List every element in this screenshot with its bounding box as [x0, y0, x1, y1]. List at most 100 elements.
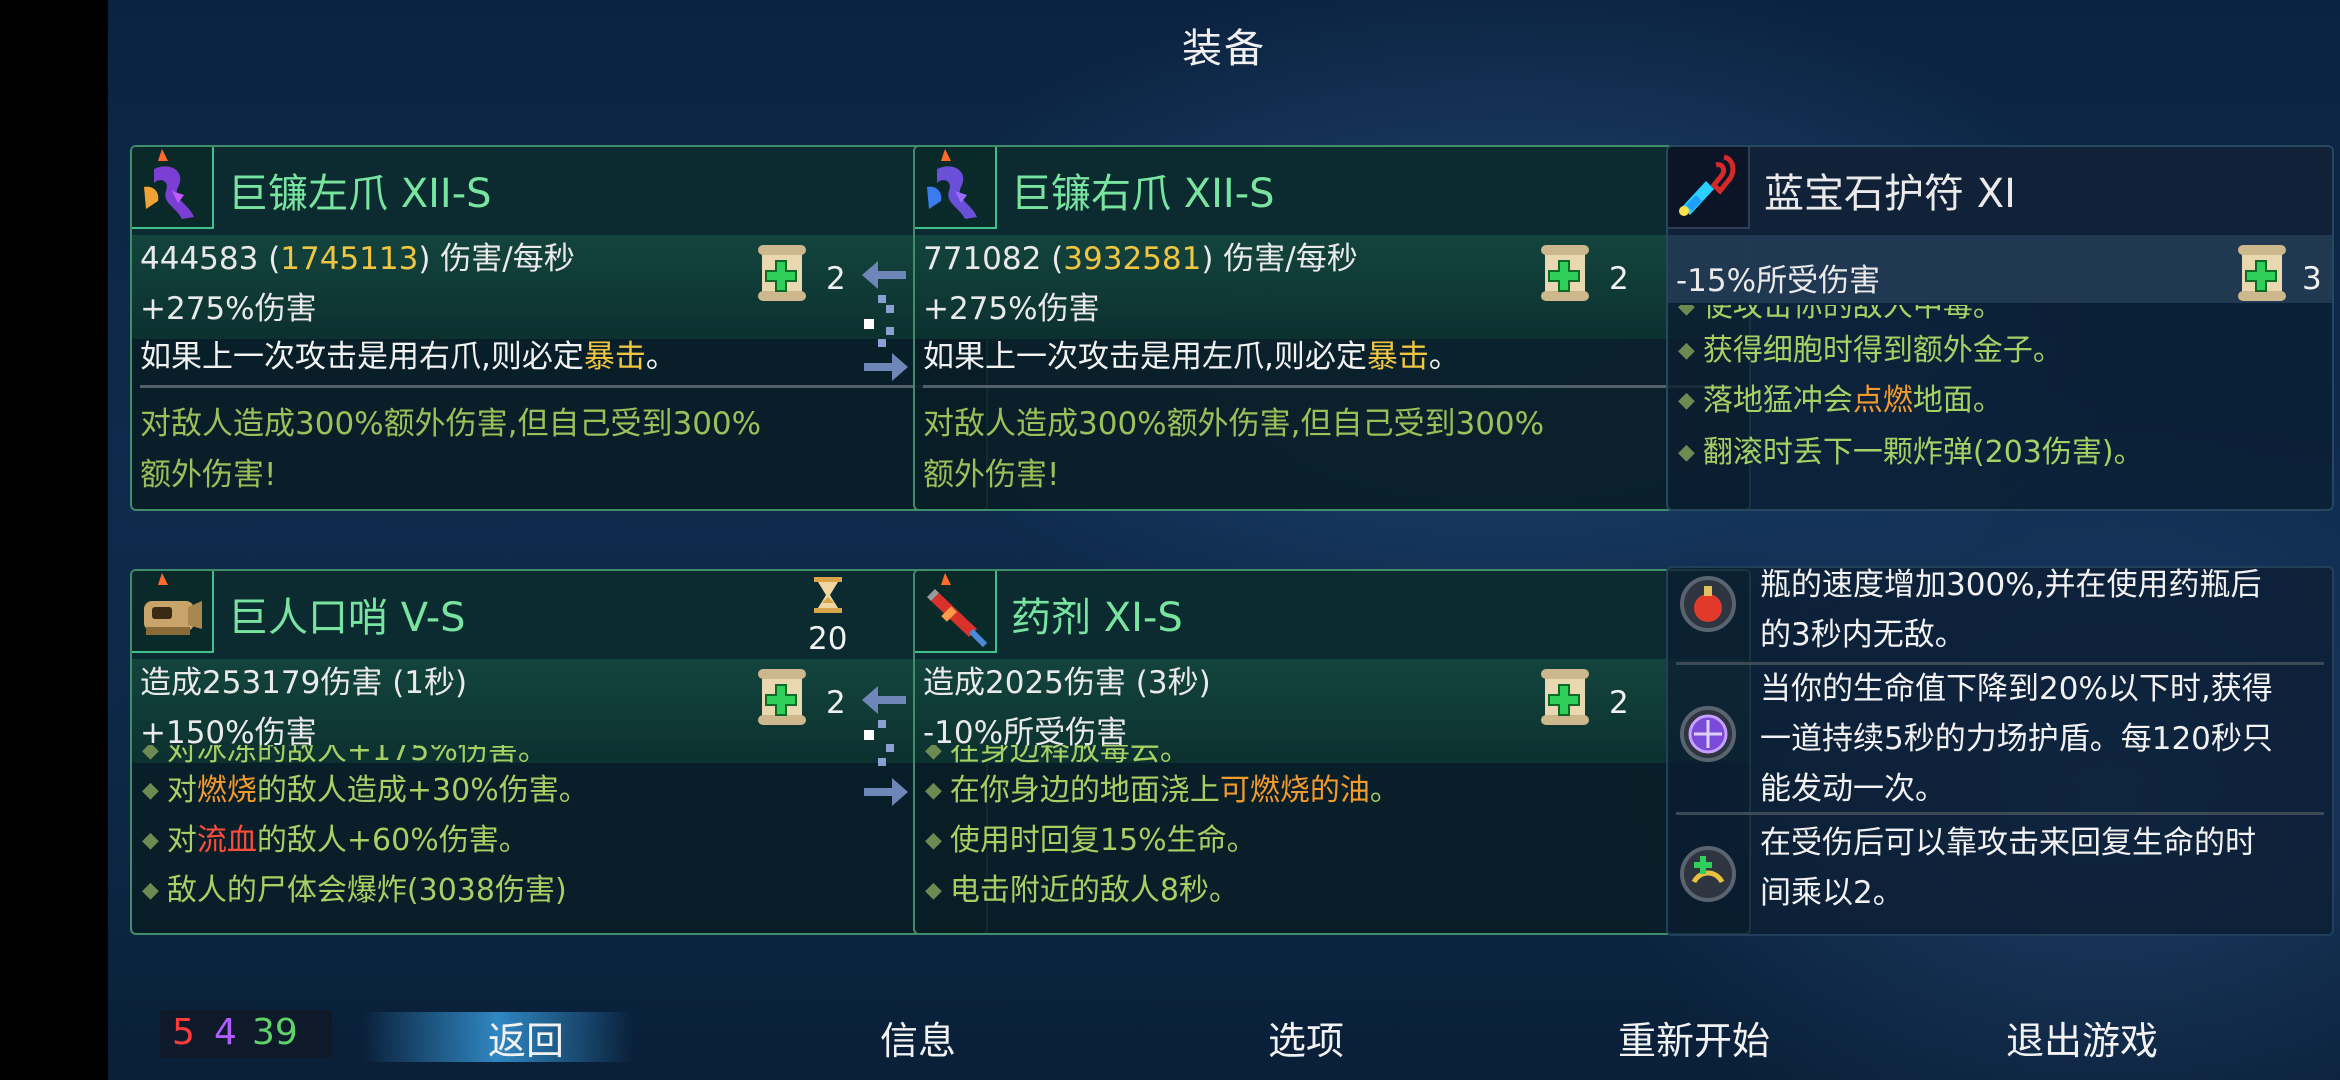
affix-text: 对 [166, 773, 197, 808]
scroll-count: 2 [826, 685, 846, 721]
affix-line: ◆ 落地猛冲会点燃地面。 [1678, 383, 2003, 418]
divider [140, 385, 978, 388]
affix-line: ◆ 对流血的敌人+60%伤害。 [142, 823, 529, 858]
giant-whistle-icon [132, 571, 214, 653]
damage-bonus: +275%伤害 [140, 291, 317, 327]
swap-arrows-icon[interactable] [860, 680, 910, 810]
right-claw-icon [915, 147, 997, 229]
item-name: 巨人口哨 V-S [228, 595, 466, 641]
skill-affix-list[interactable]: ◆ 对冰冻的敌人+175%伤害。 ◆ 对燃烧的敌人造成+30%伤害。 ◆ 对流血的敌人… [132, 745, 986, 929]
affix-text: 对敌人造成300%额外伤害,但自己受到300% 额外伤害! [140, 399, 974, 501]
affix-text: 落地猛冲会 [1702, 383, 1853, 418]
options-button[interactable]: 选项 [1268, 1010, 1344, 1065]
mutation-line: 的3秒内无敌。 [1760, 617, 1966, 653]
restart-button[interactable]: 重新开始 [1618, 1010, 1770, 1065]
amulet-card[interactable]: 蓝宝石护符 XI -15%所受伤害 3 ◆ 使攻击你的敌人中毒。 ◆ 获得细胞时得到… [1666, 145, 2334, 511]
mutation-item[interactable]: 在受伤后可以靠攻击来回复生命的时 间乘以2。 [1676, 818, 2324, 928]
dps-stat: 444583 (1745113) 伤害/每秒 [140, 233, 575, 278]
damage-reduction: -15%所受伤害 [1676, 263, 1881, 299]
affix-text: 使攻击你的敌人中毒。 [1702, 305, 2003, 324]
brutality-count: 5 [172, 1012, 195, 1053]
mutation-line: 能发动一次。 [1760, 771, 1946, 807]
scroll-count: 2 [1609, 685, 1629, 721]
scroll-count: 2 [826, 261, 846, 297]
oil-keyword: 可燃烧的油 [1219, 773, 1370, 808]
dps-stat: 771082 (3932581) 伤害/每秒 [923, 233, 1358, 278]
mutation-line: 当你的生命值下降到20%以下时,获得 [1760, 671, 2273, 707]
cooldown-hourglass-icon [814, 577, 842, 613]
mutation-text: 当你的生命值下降到20%以下时,获得 一道持续5秒的力场护盾。每120秒只 能发动一… [1760, 664, 2273, 814]
ignite-keyword: 点燃 [1852, 383, 1913, 418]
desc-end: 。 [1428, 339, 1460, 375]
mutation-recovery-icon [1680, 846, 1736, 902]
desc-end: 。 [645, 339, 677, 375]
affix-text: 获得细胞时得到额外金子。 [1702, 333, 2063, 368]
crit-keyword: 暴击 [583, 339, 646, 375]
affix-line: ◆ 敌人的尸体会爆炸(3038伤害) [142, 873, 567, 908]
divider [923, 385, 1741, 388]
affix-text: 使用时回复15%生命。 [949, 823, 1257, 858]
affix-line-2: 额外伤害! [140, 457, 277, 493]
tactics-count: 4 [214, 1012, 237, 1053]
desc-text: 如果上一次攻击是用左爪,则必定 [923, 339, 1367, 375]
crit-keyword: 暴击 [1366, 339, 1429, 375]
power-scroll-icon [758, 245, 806, 301]
affix-text: 地面。 [1912, 383, 2003, 418]
skill-damage-stat: 造成2025伤害 (3秒) [923, 665, 1211, 701]
left-claw-icon [132, 147, 214, 229]
page-title: 装备 [1182, 26, 1266, 72]
dps-crit: 3932581 [1063, 241, 1202, 277]
mutation-list[interactable]: 瓶的速度增加300%,并在使用药瓶后 的3秒内无敌。 当你的生命值下降到20%以下… [1668, 568, 2332, 934]
power-scroll-icon [2238, 245, 2286, 301]
mutation-potion-icon [1680, 576, 1736, 632]
item-name: 巨镰右爪 XII-S [1011, 171, 1275, 217]
item-description: 如果上一次攻击是用右爪,则必定暴击。 [140, 331, 677, 376]
damage-bonus: +275%伤害 [923, 291, 1100, 327]
skill-affix-list[interactable]: ◆ 在身边释放毒云。 ◆ 在你身边的地面浇上可燃烧的油。 ◆ 使用时回复15%生命。 … [915, 745, 1749, 929]
bleeding-keyword: 流血 [196, 823, 257, 858]
mutation-item[interactable]: 瓶的速度增加300%,并在使用药瓶后 的3秒内无敌。 [1676, 568, 2324, 660]
skill-damage-stat: 造成253179伤害 (1秒) [140, 665, 468, 701]
affix-text: 。 [1369, 773, 1400, 808]
dps-unit: ) 伤害/每秒 [418, 241, 575, 277]
affix-text: 翻滚时丢下一颗炸弹(203伤害)。 [1702, 435, 2144, 470]
mutation-shield-icon [1680, 706, 1736, 762]
mutation-item[interactable]: 当你的生命值下降到20%以下时,获得 一道持续5秒的力场护盾。每120秒只 能发动一… [1676, 668, 2324, 808]
affix-line: ◆ 使用时回复15%生命。 [925, 823, 1257, 858]
scroll-count: 2 [1609, 261, 1629, 297]
affix-text: 对 [166, 823, 197, 858]
mutations-panel[interactable]: 瓶的速度增加300%,并在使用药瓶后 的3秒内无敌。 当你的生命值下降到20%以下… [1666, 566, 2334, 936]
affix-text: 电击附近的敌人8秒。 [949, 873, 1240, 908]
weapon-card-right-claw[interactable]: 巨镰右爪 XII-S 771082 (3932581) 伤害/每秒 +275%伤… [913, 145, 1751, 511]
divider [1676, 812, 2324, 815]
skill-card-potion[interactable]: 药剂 XI-S 造成2025伤害 (3秒) -10%所受伤害 2 ◆ 在身边释放毒… [913, 569, 1751, 935]
mutation-line: 一道持续5秒的力场护盾。每120秒只 [1760, 721, 2273, 757]
item-name: 巨镰左爪 XII-S [228, 171, 492, 217]
scroll-count: 3 [2302, 261, 2322, 297]
scroll-stats: 5 4 39 [160, 1010, 332, 1058]
item-description: 如果上一次攻击是用左爪,则必定暴击。 [923, 331, 1460, 376]
dps-unit: ) 伤害/每秒 [1201, 241, 1358, 277]
affix-line: ◆ 获得细胞时得到额外金子。 [1678, 333, 2063, 368]
power-scroll-icon [1541, 669, 1589, 725]
affix-text: 的敌人造成+30%伤害。 [256, 773, 589, 808]
cooldown-seconds: 20 [808, 621, 848, 657]
affix-text: 的敌人+60%伤害。 [256, 823, 529, 858]
affix-line-1: 对敌人造成300%额外伤害,但自己受到300% [140, 406, 762, 442]
affix-line-1: 对敌人造成300%额外伤害,但自己受到300% [923, 406, 1545, 442]
back-button[interactable]: 返回 [488, 1010, 564, 1065]
quit-game-button[interactable]: 退出游戏 [2006, 1010, 2158, 1065]
item-name: 药剂 XI-S [1011, 595, 1183, 641]
mutation-text: 在受伤后可以靠攻击来回复生命的时 间乘以2。 [1760, 818, 2256, 918]
affix-line-2: 额外伤害! [923, 457, 1060, 493]
swap-arrows-icon[interactable] [860, 255, 910, 385]
info-button[interactable]: 信息 [880, 1010, 956, 1065]
mutation-line: 瓶的速度增加300%,并在使用药瓶后 [1760, 568, 2262, 603]
affix-line: ◆ 电击附近的敌人8秒。 [925, 873, 1240, 908]
power-scroll-icon [758, 669, 806, 725]
amulet-affix-list[interactable]: ◆ 使攻击你的敌人中毒。 ◆ 获得细胞时得到额外金子。 ◆ 落地猛冲会点燃地面。 ◆ 翻… [1668, 305, 2332, 505]
desc-text: 如果上一次攻击是用右爪,则必定 [140, 339, 584, 375]
sapphire-amulet-icon [1668, 147, 1750, 229]
affix-text: 对敌人造成300%额外伤害,但自己受到300% 额外伤害! [923, 399, 1737, 501]
dps-crit: 1745113 [280, 241, 419, 277]
